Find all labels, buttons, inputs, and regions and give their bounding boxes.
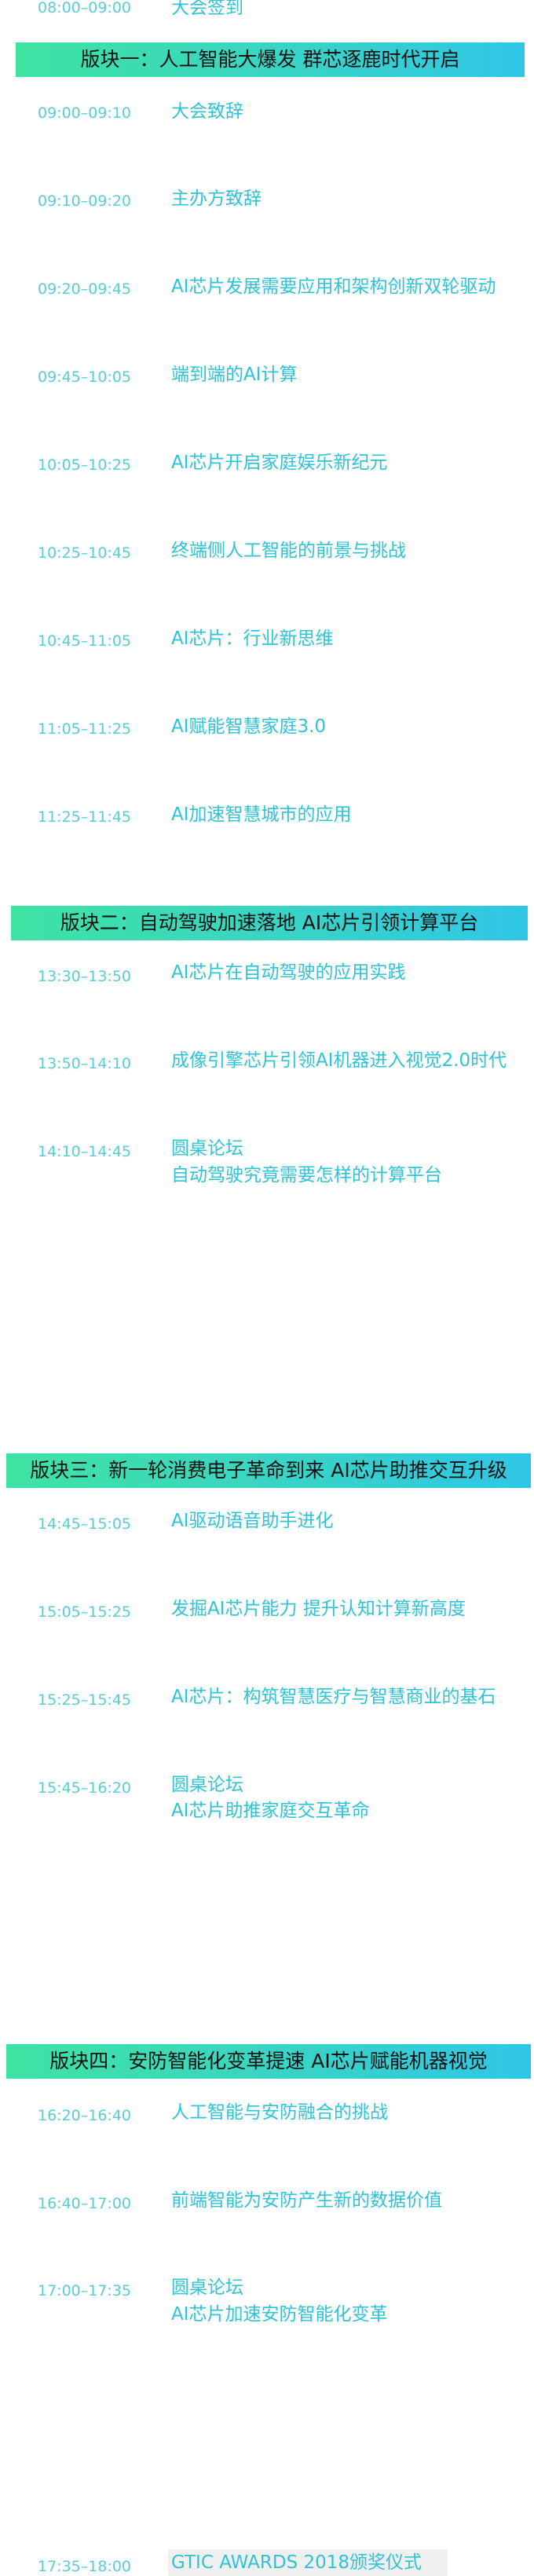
agenda-title: 圆桌论坛 xyxy=(171,1138,243,1159)
agenda-time: 13:50–14:10 xyxy=(38,1055,132,1072)
agenda-title: 圆桌论坛 xyxy=(171,2277,243,2298)
agenda-title: 主办方致辞 xyxy=(171,189,262,209)
agenda-time: 17:35–18:00 xyxy=(38,2558,132,2575)
agenda-title: AI芯片在自动驾驶的应用实践 xyxy=(171,962,406,983)
agenda-time: 09:00–09:10 xyxy=(38,104,132,122)
section-banner: 版块三：新一轮消费电子革命到来 AI芯片助推交互升级 xyxy=(6,1453,531,1488)
agenda-time: 10:45–11:05 xyxy=(38,632,132,650)
agenda-title: 圆桌论坛 xyxy=(171,1775,243,1795)
section-banner: 版块四：安防智能化变革提速 AI芯片赋能机器视觉 xyxy=(6,2044,531,2079)
agenda-title: GTIC AWARDS 2018颁奖仪式 xyxy=(171,2552,422,2573)
agenda-title: 大会签到 xyxy=(171,0,243,18)
agenda-subtitle: AI芯片加速安防智能化变革 xyxy=(171,2304,388,2325)
agenda-title: AI芯片开启家庭娱乐新纪元 xyxy=(171,453,388,473)
agenda-time: 15:25–15:45 xyxy=(38,1691,132,1709)
agenda-time: 16:40–17:00 xyxy=(38,2195,132,2212)
agenda-title: AI芯片发展需要应用和架构创新双轮驱动 xyxy=(171,277,496,297)
agenda-title: 前端智能为安防产生新的数据价值 xyxy=(171,2190,442,2211)
agenda-title: AI芯片：构筑智慧医疗与智慧商业的基石 xyxy=(171,1687,496,1707)
agenda-time: 15:45–16:20 xyxy=(38,1779,132,1797)
agenda-title: 大会致辞 xyxy=(171,101,243,122)
agenda-time: 09:20–09:45 xyxy=(38,280,132,298)
agenda-time: 15:05–15:25 xyxy=(38,1603,132,1621)
agenda-subtitle: AI芯片助推家庭交互革命 xyxy=(171,1801,370,1821)
agenda-time: 10:25–10:45 xyxy=(38,544,132,562)
agenda-title: 端到端的AI计算 xyxy=(171,365,298,385)
agenda-time: 08:00–09:00 xyxy=(38,0,132,16)
agenda-title: AI芯片：行业新思维 xyxy=(171,628,334,649)
agenda-time: 11:05–11:25 xyxy=(38,720,132,738)
agenda-time: 11:25–11:45 xyxy=(38,808,132,826)
agenda-time: 17:00–17:35 xyxy=(38,2282,132,2299)
section-banner: 版块一：人工智能大爆发 群芯逐鹿时代开启 xyxy=(16,42,525,77)
agenda-title: AI赋能智慧家庭3.0 xyxy=(171,716,327,737)
agenda-time: 09:10–09:20 xyxy=(38,192,132,210)
agenda-time: 14:45–15:05 xyxy=(38,1515,132,1533)
agenda-title: AI驱动语音助手进化 xyxy=(171,1511,334,1531)
agenda-time: 14:10–14:45 xyxy=(38,1143,132,1160)
agenda-time: 09:45–10:05 xyxy=(38,368,132,386)
agenda-title: AI加速智慧城市的应用 xyxy=(171,804,352,825)
agenda-title: 终端侧人工智能的前景与挑战 xyxy=(171,540,406,561)
agenda-title: 成像引擎芯片引领AI机器进入视觉2.0时代 xyxy=(171,1050,507,1071)
agenda-title: 人工智能与安防融合的挑战 xyxy=(171,2102,388,2123)
section-banner: 版块二：自动驾驶加速落地 AI芯片引领计算平台 xyxy=(11,906,528,940)
agenda-time: 13:30–13:50 xyxy=(38,968,132,985)
agenda-title: 发掘AI芯片能力 提升认知计算新高度 xyxy=(171,1599,466,1619)
agenda-subtitle: 自动驾驶究竟需要怎样的计算平台 xyxy=(171,1165,442,1185)
agenda-time: 10:05–10:25 xyxy=(38,456,132,474)
agenda-time: 16:20–16:40 xyxy=(38,2107,132,2124)
